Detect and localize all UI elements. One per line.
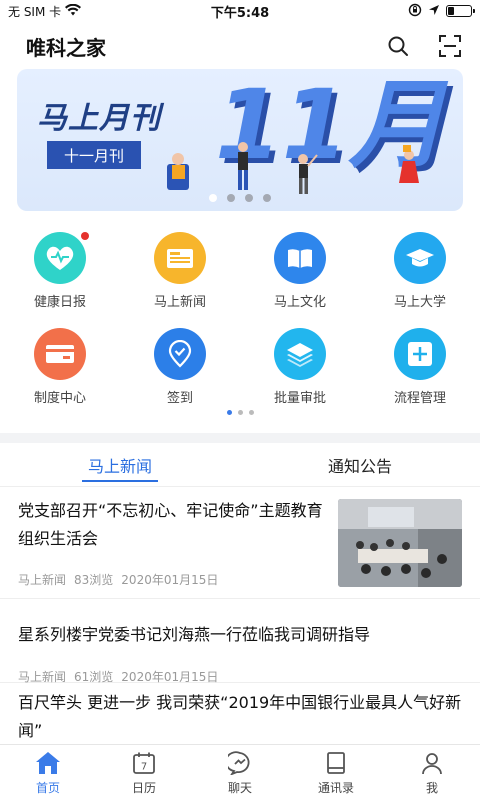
nav-label: 日历 xyxy=(131,780,156,795)
book-icon xyxy=(274,232,326,284)
grid-item[interactable]: 签到 xyxy=(120,328,240,406)
news-title: 百尺竿头 更进一步 我司荣获“2019年中国银行业最具人气好新闻” xyxy=(18,693,462,740)
contacts-book-icon xyxy=(323,750,349,776)
news-meta: 马上新闻 83浏览 2020年01月15日 xyxy=(18,571,218,588)
scan-icon[interactable] xyxy=(438,34,462,58)
banner-dot[interactable] xyxy=(245,194,253,202)
banner-subtitle: 十一月刊 xyxy=(47,141,141,169)
nav-me[interactable]: 我 xyxy=(384,745,480,800)
pager-dot xyxy=(226,410,232,415)
app-header: 唯科之家 xyxy=(0,26,480,66)
grid-item-label: 马上新闻 xyxy=(153,295,206,310)
newspaper-icon xyxy=(154,232,206,284)
user-icon xyxy=(419,750,445,776)
grid-item[interactable]: 马上大学 xyxy=(360,232,480,310)
section-divider xyxy=(0,433,480,443)
app-screen: 无 SIM 卡 下午5:48 唯科之家 马上月刊 十一月刊 11月 健康日报 马… xyxy=(0,0,480,800)
graduation-cap-icon xyxy=(394,232,446,284)
nav-label: 首页 xyxy=(35,780,60,795)
pager-dot xyxy=(237,410,243,415)
grid-item[interactable]: 马上新闻 xyxy=(120,232,240,310)
banner-dots xyxy=(17,194,463,202)
wifi-icon xyxy=(65,3,82,19)
grid-item-label: 批量审批 xyxy=(273,391,326,406)
news-thumbnail xyxy=(338,499,462,587)
banner-dot[interactable] xyxy=(263,194,271,202)
tab-news[interactable]: 马上新闻 xyxy=(0,443,240,486)
status-bar: 无 SIM 卡 下午5:48 xyxy=(0,0,480,22)
location-arrow-icon xyxy=(428,4,440,19)
banner-dot[interactable] xyxy=(227,194,235,202)
feature-grid: 健康日报 马上新闻 马上文化 马上大学制度中心 签到 批量审批 流程管理 xyxy=(0,232,480,406)
grid-item[interactable]: 流程管理 xyxy=(360,328,480,406)
banner-carousel[interactable]: 马上月刊 十一月刊 11月 xyxy=(17,69,463,211)
grid-item[interactable]: 健康日报 xyxy=(0,232,120,310)
news-date: 2020年01月15日 xyxy=(121,573,219,587)
nav-home[interactable]: 首页 xyxy=(0,745,96,800)
tab-notices[interactable]: 通知公告 xyxy=(240,443,480,486)
plus-icon xyxy=(394,328,446,380)
carrier-label: 无 SIM 卡 xyxy=(8,4,62,19)
news-views: 83浏览 xyxy=(74,573,114,587)
layers-icon xyxy=(274,328,326,380)
search-icon[interactable] xyxy=(386,34,410,58)
grid-item-label: 制度中心 xyxy=(33,391,86,406)
banner-title: 马上月刊 xyxy=(37,101,161,136)
news-item[interactable]: 星系列楼宇党委书记刘海燕一行莅临我司调研指导 马上新闻 61浏览 2020年01… xyxy=(0,599,480,684)
grid-item[interactable]: 制度中心 xyxy=(0,328,120,406)
card-icon xyxy=(34,328,86,380)
nav-label: 通讯录 xyxy=(317,780,354,795)
banner-dot[interactable] xyxy=(209,194,217,202)
nav-chat[interactable]: 聊天 xyxy=(192,745,288,800)
grid-item-label: 马上大学 xyxy=(393,295,446,310)
grid-item-label: 签到 xyxy=(166,391,193,406)
nav-contacts[interactable]: 通讯录 xyxy=(288,745,384,800)
grid-item-label: 健康日报 xyxy=(33,295,86,310)
notification-badge xyxy=(81,232,89,240)
news-tabs: 马上新闻 通知公告 xyxy=(0,443,480,487)
grid-item-label: 马上文化 xyxy=(273,295,326,310)
person-sitting-figure xyxy=(167,153,189,190)
news-item[interactable]: 百尺竿头 更进一步 我司荣获“2019年中国银行业最具人气好新闻” xyxy=(0,683,480,745)
nav-calendar[interactable]: 7 日历 xyxy=(96,745,192,800)
news-title: 党支部召开“不忘初心、牢记使命”主题教育组织生活会 xyxy=(18,501,323,548)
location-check-icon xyxy=(154,328,206,380)
battery-icon xyxy=(446,5,475,17)
calendar-day-number: 7 xyxy=(141,761,147,772)
news-title: 星系列楼宇党委书记刘海燕一行莅临我司调研指导 xyxy=(18,625,371,644)
banner-big-text: 11月 xyxy=(215,69,445,181)
chat-icon xyxy=(227,750,253,776)
news-source: 马上新闻 xyxy=(18,573,67,587)
calendar-icon: 7 xyxy=(131,750,157,776)
pager-dot xyxy=(248,410,254,415)
home-icon xyxy=(35,750,61,776)
nav-label: 我 xyxy=(425,780,438,795)
bottom-nav: 首页 7 日历 聊天 通讯录 我 xyxy=(0,744,480,800)
news-item[interactable]: 党支部召开“不忘初心、牢记使命”主题教育组织生活会 马上新闻 83浏览 2020… xyxy=(0,487,480,599)
grid-item[interactable]: 批量审批 xyxy=(240,328,360,406)
app-title: 唯科之家 xyxy=(26,35,106,60)
grid-pager xyxy=(0,410,480,415)
nav-label: 聊天 xyxy=(227,780,252,795)
orientation-lock-icon xyxy=(408,3,422,20)
grid-item-label: 流程管理 xyxy=(393,391,446,406)
news-list: 党支部召开“不忘初心、牢记使命”主题教育组织生活会 马上新闻 83浏览 2020… xyxy=(0,487,480,745)
heart-pulse-icon xyxy=(34,232,89,284)
grid-item[interactable]: 马上文化 xyxy=(240,232,360,310)
